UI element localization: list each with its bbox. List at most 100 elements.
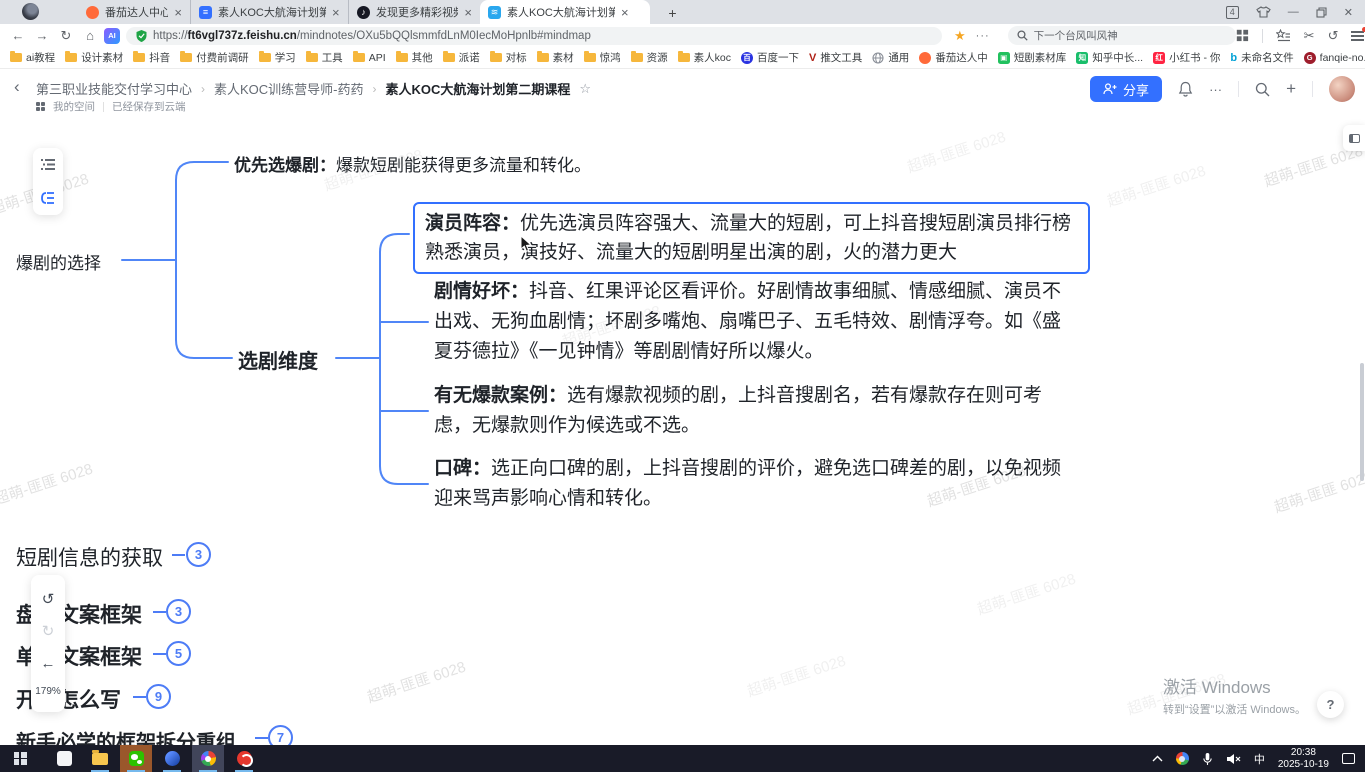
back-icon[interactable]: ← [6, 28, 30, 43]
url-field[interactable]: https://ft6vgl737z.feishu.cn/mindnotes/O… [126, 27, 942, 45]
doc-search-icon[interactable] [1255, 82, 1270, 97]
node-hit-cases[interactable]: 有无爆款案例：选有爆款视频的剧，上抖音搜剧名，若有爆款存在则可考虑，无爆款则作为… [434, 381, 1074, 441]
bookmark-folder[interactable]: API [353, 52, 386, 64]
bookmark-folder[interactable]: 资源 [631, 50, 668, 65]
screenshot-scissors-icon[interactable]: ✂ [1304, 28, 1315, 44]
reload-icon[interactable]: ↻ [54, 28, 78, 44]
collapse-count-badge[interactable]: 9 [146, 684, 171, 709]
action-center-icon[interactable] [1342, 753, 1355, 764]
bookmark-site[interactable]: Gfanqie-no... [1304, 52, 1365, 64]
mindmap-canvas[interactable]: 爆剧的选择 优先选爆剧：爆款短剧能获得更多流量和转化。 选剧维度 演员阵容：优先… [0, 115, 1365, 745]
tab-close-icon[interactable]: × [174, 5, 182, 20]
create-new-icon[interactable]: + [1286, 79, 1296, 99]
tray-clock[interactable]: 20:38 2025-10-19 [1278, 747, 1329, 770]
minimize-button[interactable]: — [1288, 6, 1299, 18]
favorite-star-icon[interactable]: ☆ [579, 81, 591, 97]
node-reputation[interactable]: 口碑：选正向口碑的剧，上抖音搜剧的评价，避免选口碑差的剧，以免视频迎来骂声影响心… [434, 454, 1074, 514]
redo-icon[interactable]: ↻ [42, 622, 55, 640]
history-undo-icon[interactable]: ↺ [1328, 28, 1339, 44]
collapse-count-badge[interactable]: 3 [166, 599, 191, 624]
bookmark-folder[interactable]: 对标 [490, 50, 527, 65]
speaker-muted-icon[interactable] [1226, 753, 1241, 765]
zoom-level[interactable]: 179% [35, 686, 61, 697]
ai-assistant-icon[interactable]: AI [104, 28, 120, 44]
bookmark-site[interactable]: b未命名文件 [1230, 50, 1293, 65]
new-tab-button[interactable]: + [664, 4, 681, 21]
node-plot-quality[interactable]: 剧情好坏：抖音、红果评论区看评价。好剧情故事细腻、情感细腻、演员不出戏、无狗血剧… [434, 277, 1074, 367]
taskbar-wechat[interactable] [120, 745, 152, 772]
bookmark-site[interactable]: 通用 [872, 50, 909, 65]
tray-chevron-up-icon[interactable] [1152, 755, 1163, 762]
node-cast-selected[interactable]: 演员阵容：优先选演员阵容强大、流量大的短剧，可上抖音搜短剧演员排行榜熟悉演员，演… [413, 202, 1090, 274]
share-button[interactable]: 分享 [1090, 76, 1162, 102]
collapse-count-badge[interactable]: 5 [166, 641, 191, 666]
bookmark-folder[interactable]: 素人koc [678, 50, 731, 65]
browser-menu-icon[interactable] [1351, 30, 1364, 41]
node-root-topic[interactable]: 爆剧的选择 [16, 249, 101, 274]
bookmark-site[interactable]: 知知乎中长... [1076, 50, 1143, 65]
taskbar-app-red[interactable] [228, 745, 260, 772]
taskbar-file-explorer[interactable] [84, 745, 116, 772]
taskbar-browser-blue[interactable] [156, 745, 188, 772]
taskbar-chrome[interactable] [192, 745, 224, 772]
topic-info-acquisition[interactable]: 短剧信息的获取 [16, 542, 163, 572]
tab-feishu-mindmap-active[interactable]: ≋ 素人KOC大航海计划第二期课 × [480, 0, 650, 24]
outline-view-icon[interactable] [41, 158, 56, 171]
breadcrumb-item[interactable]: 素人KOC训练营导师-药药 [214, 79, 364, 98]
tab-close-icon[interactable]: × [332, 5, 340, 20]
breadcrumb-item[interactable]: 第三职业技能交付学习中心 [36, 79, 192, 98]
tab-count-badge[interactable]: 4 [1226, 6, 1239, 19]
bookmark-baidu[interactable]: 百百度一下 [741, 50, 799, 65]
vertical-scrollbar[interactable] [1360, 363, 1364, 481]
bookmark-folder[interactable]: 工具 [306, 50, 343, 65]
help-button[interactable]: ? [1317, 691, 1344, 718]
restore-button[interactable] [1316, 7, 1327, 18]
theme-shirt-icon[interactable] [1256, 6, 1271, 18]
ime-indicator[interactable]: 中 [1254, 751, 1265, 767]
bookmark-folder[interactable]: 设计素材 [65, 50, 123, 65]
side-panel-toggle[interactable] [1343, 125, 1365, 151]
apps-grid-icon[interactable] [1236, 29, 1249, 42]
close-window-button[interactable]: ✕ [1344, 6, 1353, 19]
bookmark-site[interactable]: ▣短剧素材库 [998, 50, 1067, 65]
bookmark-star-icon[interactable]: ★ [954, 28, 966, 44]
bookmark-folder[interactable]: 其他 [396, 50, 433, 65]
start-button[interactable] [4, 745, 36, 772]
extensions-more-icon[interactable]: ··· [976, 30, 990, 42]
browser-search-box[interactable]: 下一个台风叫风神 [1008, 26, 1236, 45]
workspace-label[interactable]: 我的空间 [53, 99, 95, 114]
home-icon[interactable]: ⌂ [78, 28, 102, 43]
bookmark-site[interactable]: V推文工具 [809, 50, 862, 65]
user-avatar[interactable] [1329, 76, 1355, 102]
microphone-icon[interactable] [1202, 752, 1213, 766]
forward-icon[interactable]: → [30, 28, 54, 43]
bookmark-folder[interactable]: 抖音 [133, 50, 170, 65]
favorites-list-icon[interactable] [1276, 29, 1291, 42]
tab-close-icon[interactable]: × [621, 5, 629, 20]
fit-view-icon[interactable]: ← [41, 655, 56, 672]
browser-profile-icon[interactable] [22, 3, 39, 20]
tray-browser-icon[interactable] [1176, 752, 1189, 765]
node-dimension[interactable]: 选剧维度 [238, 345, 318, 374]
tab-close-icon[interactable]: × [464, 5, 472, 20]
topic-framework-remix[interactable]: 新手必学的框架拆分重组 [16, 726, 236, 745]
bookmark-folder[interactable]: ai教程 [10, 50, 55, 65]
mindmap-view-icon[interactable] [40, 191, 56, 205]
taskbar-app-notes[interactable] [48, 745, 80, 772]
node-priority-pick[interactable]: 优先选爆剧：爆款短剧能获得更多流量和转化。 [234, 151, 591, 176]
bookmark-site[interactable]: 番茄达人中 [919, 50, 988, 65]
collapse-count-badge[interactable]: 7 [268, 725, 293, 745]
undo-icon[interactable]: ↺ [42, 590, 55, 608]
notifications-bell-icon[interactable] [1178, 81, 1193, 97]
tab-douyin-search[interactable]: ♪ 发现更多精彩视频 - 抖音搜索 × [348, 0, 480, 24]
bookmark-folder[interactable]: 素材 [537, 50, 574, 65]
bookmark-folder[interactable]: 派诺 [443, 50, 480, 65]
collapse-count-badge[interactable]: 3 [186, 542, 211, 567]
header-more-icon[interactable]: ··· [1209, 82, 1222, 97]
bookmark-folder[interactable]: 付费前调研 [180, 50, 249, 65]
bookmark-site[interactable]: 红小红书 - 你 [1153, 50, 1220, 65]
tab-feishu-course[interactable]: ≡ 素人KOC大航海计划第二期课 × [190, 0, 348, 24]
doc-back-icon[interactable]: ‹ [14, 77, 20, 97]
bookmark-folder[interactable]: 惊鸿 [584, 50, 621, 65]
tab-fanqie-center[interactable]: 番茄达人中心 × [78, 0, 190, 24]
